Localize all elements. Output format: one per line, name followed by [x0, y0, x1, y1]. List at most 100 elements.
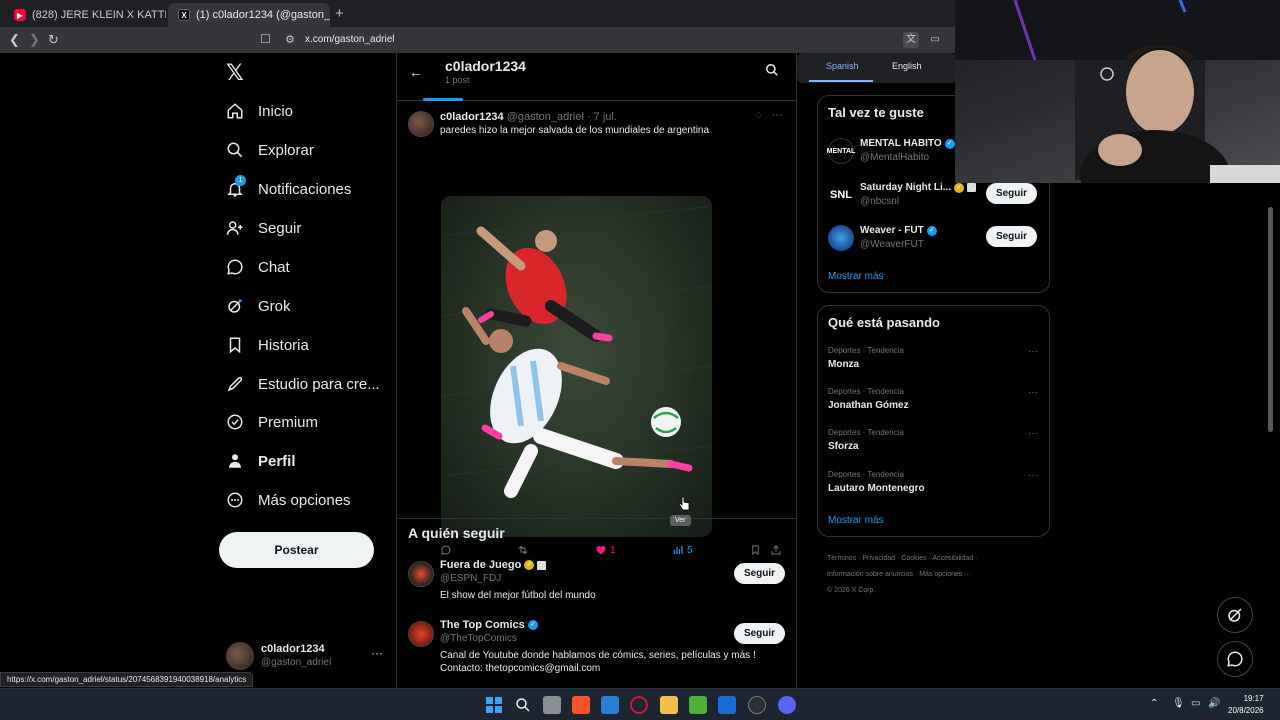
grok-icon [1228, 608, 1242, 622]
url-field[interactable]: x.com/gaston_adriel [305, 34, 395, 45]
more-icon[interactable]: ··· [1028, 428, 1038, 439]
more-icon[interactable]: ··· [772, 109, 783, 121]
nav-label: Más opciones [258, 491, 351, 509]
steam-icon[interactable] [748, 696, 766, 714]
like-button[interactable]: 1 [595, 544, 616, 556]
account-handle: @ESPN_FDJ [440, 573, 502, 584]
verified-badge-icon: ✓ [527, 620, 538, 630]
nav-item-seguir[interactable]: Seguir [226, 213, 301, 243]
nav-item-historia[interactable]: Historia [226, 330, 309, 360]
verified-badge-icon: ✓ [944, 138, 955, 149]
nav-item-estudio[interactable]: Estudio para cre... [226, 369, 380, 399]
trend-item[interactable]: Deportes · Tendencia Monza ··· [828, 346, 1043, 380]
reload-icon[interactable]: ↻ [48, 32, 59, 48]
follow-button[interactable]: Seguir [734, 623, 785, 644]
avatar[interactable] [408, 111, 434, 137]
brave-browser-icon[interactable] [572, 696, 590, 714]
follow-button[interactable]: Seguir [986, 183, 1037, 204]
follow-suggestion[interactable]: Fuera de Juego ✓ @ESPN_FDJ El show del m… [397, 557, 796, 613]
reply-icon[interactable] [440, 544, 452, 556]
network-icon[interactable]: ▭ [1191, 698, 1200, 709]
views-button[interactable]: 5 [672, 544, 693, 556]
search-icon[interactable] [765, 63, 779, 82]
discord-icon[interactable] [778, 696, 796, 714]
translate-tab-english[interactable]: English [892, 61, 922, 71]
repost-icon[interactable] [517, 544, 529, 556]
grok-icon[interactable]: ◌ [755, 109, 762, 121]
new-tab-icon[interactable]: + [335, 5, 344, 22]
webcam-streamer-image [955, 0, 1280, 183]
suggestion-item[interactable]: SNL Saturday Night Li... ✓ @nbcsnl Seguir [828, 180, 1048, 214]
page-title: c0lador1234 [445, 58, 526, 74]
more-icon[interactable]: ··· [1028, 346, 1038, 357]
post-author-name[interactable]: c0lador1234 [440, 111, 504, 123]
cast-icon[interactable]: ▭ [927, 32, 943, 48]
more-icon[interactable]: ··· [1028, 387, 1038, 398]
microphone-icon[interactable]: 🎙 [1172, 698, 1185, 709]
account-name-text[interactable]: The Top Comics [440, 619, 525, 631]
show-more-link[interactable]: Mostrar más [828, 515, 884, 526]
grok-fab-button[interactable] [1217, 597, 1253, 633]
account-name: Weaver - FUT ✓ [860, 225, 937, 236]
account-more-icon[interactable]: ··· [371, 646, 383, 660]
site-info-icon[interactable]: ⚙ [285, 33, 295, 46]
nav-item-chat[interactable]: Chat [226, 252, 290, 282]
nav-item-explorar[interactable]: Explorar [226, 135, 314, 165]
nav-item-perfil[interactable]: Perfil [226, 446, 296, 476]
nav-label: Chat [258, 258, 290, 276]
notepad-icon[interactable] [601, 696, 619, 714]
account-name-text[interactable]: Saturday Night Li... [860, 182, 951, 193]
footer-line[interactable]: Información sobre anuncios · Más opcione… [827, 567, 1047, 583]
nav-label: Perfil [258, 452, 296, 470]
account-name-text[interactable]: Fuera de Juego [440, 559, 521, 571]
footer-line[interactable]: Términos · Privacidad · Cookies · Accesi… [827, 551, 1047, 567]
account-switcher[interactable]: c0lador1234 @gaston_adriel ··· [226, 640, 386, 672]
more-icon[interactable]: ··· [1028, 470, 1038, 481]
back-arrow-icon[interactable]: ❮ [9, 32, 20, 48]
store-icon[interactable] [718, 696, 736, 714]
browser-tab-youtube[interactable]: ▶ (828) JERE KLEIN X KATTEYES - TODO [4, 3, 166, 27]
nav-item-grok[interactable]: Grok [226, 291, 291, 321]
trend-item[interactable]: Deportes · Tendencia Sforza ··· [828, 428, 1043, 462]
nav-item-notificaciones[interactable]: 1 Notificaciones [226, 174, 351, 204]
translate-icon[interactable]: 文 [903, 32, 919, 48]
post-image[interactable] [441, 196, 712, 537]
nav-item-mas-opciones[interactable]: Más opciones [226, 485, 351, 515]
nav-item-premium[interactable]: Premium [226, 407, 318, 437]
system-clock[interactable]: 19:17 20/8/2026 [1228, 693, 1264, 717]
volume-icon[interactable]: 🔊 [1208, 698, 1220, 709]
avatar: SNL [828, 182, 854, 208]
follow-button[interactable]: Seguir [734, 563, 785, 584]
taskbar-search-icon[interactable] [514, 696, 532, 714]
tray-overflow-icon[interactable]: ⌃ [1150, 698, 1158, 709]
file-explorer-icon[interactable] [660, 696, 678, 714]
nav-item-inicio[interactable]: Inicio [226, 96, 293, 126]
avatar [408, 561, 434, 587]
follow-suggestion[interactable]: The Top Comics ✓ @TheTopComics Canal de … [397, 617, 796, 674]
trend-item[interactable]: Deportes · Tendencia Jonathan Gómez ··· [828, 387, 1043, 421]
account-name-text[interactable]: Weaver - FUT [860, 225, 924, 236]
back-arrow-icon[interactable]: ← [409, 64, 423, 80]
x-logo-icon[interactable]: 𝕏 [226, 60, 244, 86]
follow-button[interactable]: Seguir [986, 226, 1037, 247]
translate-tab-spanish[interactable]: Spanish [826, 61, 859, 71]
share-icon[interactable] [770, 544, 782, 556]
windows-start-icon[interactable] [485, 696, 503, 714]
show-more-link[interactable]: Mostrar más [828, 271, 884, 282]
account-name-text[interactable]: MENTAL HABITO [860, 138, 942, 149]
scrollbar-thumb[interactable] [1268, 207, 1273, 432]
bookmark-page-icon[interactable]: ☐ [260, 32, 271, 46]
follow-icon [226, 219, 244, 237]
post-button[interactable]: Postear [219, 532, 374, 568]
browser-tab-x[interactable]: X (1) c0lador1234 (@gaston_adriel ✕ [168, 3, 330, 27]
minecraft-icon[interactable] [689, 696, 707, 714]
opera-icon[interactable] [630, 696, 648, 714]
bookmark-icon[interactable] [750, 544, 761, 556]
forward-arrow-icon[interactable]: ❯ [29, 32, 40, 48]
chat-icon [226, 258, 244, 276]
messages-fab-button[interactable] [1217, 641, 1253, 677]
page-scrollbar[interactable] [1267, 185, 1274, 685]
trend-item[interactable]: Deportes · Tendencia Lautaro Montenegro … [828, 470, 1043, 504]
task-view-icon[interactable] [543, 696, 561, 714]
suggestion-item[interactable]: Weaver - FUT ✓ @WeaverFUT Seguir [828, 223, 1048, 257]
